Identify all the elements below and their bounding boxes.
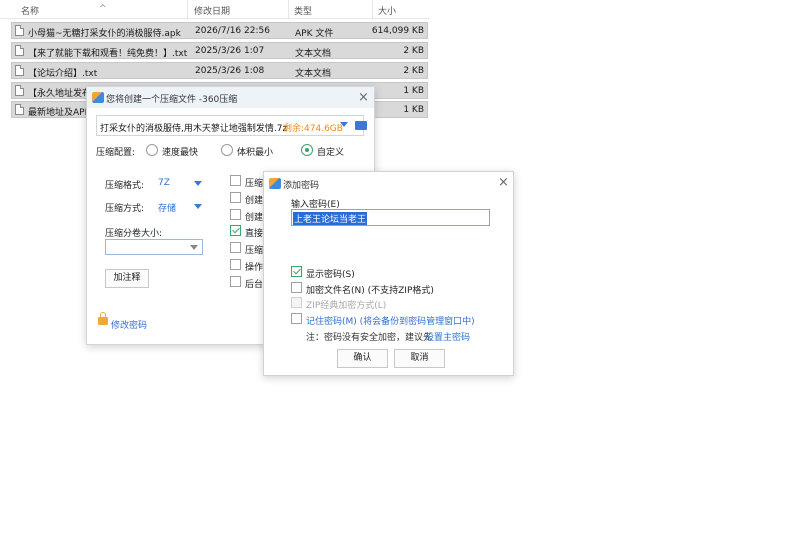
split-size-combo[interactable] (105, 239, 203, 255)
option-label[interactable]: 后台 (245, 277, 263, 290)
folder-icon[interactable] (355, 121, 367, 130)
remember-password-label[interactable]: 记住密码(M) (将会备份到密码管理窗口中) (306, 314, 475, 327)
chevron-down-icon[interactable] (190, 245, 198, 250)
file-row[interactable]: 【来了就能下载和观看！纯免费！】.txt 2025/3/26 1:07 文本文档… (11, 42, 428, 59)
change-password-link[interactable]: 修改密码 (111, 318, 147, 331)
file-size: 2 KB (403, 66, 424, 76)
column-type[interactable]: 类型 (294, 4, 312, 17)
app-360-icon (269, 178, 281, 189)
free-space: 剩余:474.6GB (283, 124, 343, 134)
file-name: 【论坛介绍】.txt (28, 69, 98, 79)
file-date: 2025/3/26 1:08 (195, 66, 265, 76)
file-row[interactable]: 小母猫~无糖打采女仆的消极服侍.apk 2026/7/16 22:56 APK … (11, 22, 428, 39)
format-select[interactable]: 7Z (158, 178, 170, 188)
confirm-button[interactable]: 确认 (337, 349, 388, 368)
file-size: 2 KB (403, 46, 424, 56)
add-password-title: 添加密码 (283, 181, 320, 191)
file-name: 最新地址及APP (28, 108, 91, 118)
show-password-label[interactable]: 显示密码(S) (306, 267, 355, 280)
app-360-icon (92, 92, 104, 103)
option-checkbox[interactable] (230, 242, 241, 253)
sort-up-icon: ^ (99, 4, 107, 14)
split-label: 压缩分卷大小: (105, 229, 163, 239)
option-label[interactable]: 直接 (245, 226, 263, 239)
set-master-password-link[interactable]: 设置主密码 (425, 330, 470, 343)
radio-custom[interactable] (301, 144, 313, 156)
close-icon[interactable]: × (498, 176, 509, 189)
file-icon (15, 104, 24, 115)
file-list-header: 名称 ^ 修改日期 类型 大小 (0, 0, 430, 19)
add-comment-button[interactable]: 加注释 (105, 269, 149, 288)
file-name: 【来了就能下载和观看！纯免费！】.txt (28, 49, 188, 59)
password-input[interactable]: 上老王论坛当老王 (291, 209, 490, 226)
chevron-down-icon[interactable] (194, 204, 202, 209)
file-size: 1 KB (403, 105, 424, 115)
column-date[interactable]: 修改日期 (194, 4, 230, 17)
file-date: 2025/3/26 1:07 (195, 46, 265, 56)
radio-smallest[interactable] (221, 144, 233, 156)
password-value: 上老王论坛当老王 (293, 212, 368, 225)
option-label[interactable]: 压缩 (245, 243, 263, 256)
option-checkbox[interactable] (230, 192, 241, 203)
radio-fastest-label[interactable]: 速度最快 (162, 145, 198, 158)
config-label: 压缩配置: (96, 148, 136, 158)
file-row[interactable]: 【论坛介绍】.txt 2025/3/26 1:08 文本文档 2 KB (11, 62, 428, 79)
radio-smallest-label[interactable]: 体积最小 (237, 145, 273, 158)
method-label: 压缩方式: (105, 204, 145, 214)
file-type: 文本文档 (295, 49, 332, 59)
radio-custom-label[interactable]: 自定义 (317, 145, 344, 158)
option-label[interactable]: 操作 (245, 260, 263, 273)
encrypt-filenames-label[interactable]: 加密文件名(N) (不支持ZIP格式) (306, 283, 434, 296)
option-checkbox-checked[interactable] (230, 225, 241, 236)
file-icon (15, 85, 24, 96)
method-select[interactable]: 存储 (158, 201, 176, 214)
column-size[interactable]: 大小 (378, 4, 396, 17)
file-type: APK 文件 (295, 29, 334, 39)
file-name: 小母猫~无糖打采女仆的消极服侍.apk (28, 29, 181, 39)
lock-icon (98, 312, 108, 325)
zip-classic-label: ZIP经典加密方式(L) (306, 301, 387, 311)
chevron-down-icon[interactable] (194, 181, 202, 186)
file-type: 文本文档 (295, 69, 332, 79)
note-text: 注：密码没有安全加密，建议先 (306, 333, 433, 343)
option-checkbox[interactable] (230, 259, 241, 270)
zip-classic-checkbox (291, 297, 302, 308)
cancel-button[interactable]: 取消 (394, 349, 445, 368)
option-checkbox[interactable] (230, 276, 241, 287)
output-path-field[interactable]: 打采女仆的消极服侍,用木天蓼让地强制发情.7z 剩余:474.6GB (96, 115, 367, 136)
output-path: 打采女仆的消极服侍,用木天蓼让地强制发情.7z (100, 124, 288, 134)
chevron-down-icon[interactable] (340, 122, 348, 127)
compress-dialog-titlebar[interactable]: 您将创建一个压缩文件 -360压缩 × (87, 87, 374, 108)
file-icon (15, 45, 24, 56)
file-size: 1 KB (403, 86, 424, 96)
option-label[interactable]: 创建 (245, 210, 263, 223)
remember-password-checkbox[interactable] (291, 313, 302, 324)
compress-dialog-title: 您将创建一个压缩文件 -360压缩 (106, 95, 238, 105)
file-icon (15, 65, 24, 76)
option-checkbox[interactable] (230, 175, 241, 186)
option-checkbox[interactable] (230, 209, 241, 220)
radio-fastest[interactable] (146, 144, 158, 156)
encrypt-filenames-checkbox[interactable] (291, 282, 302, 293)
show-password-checkbox[interactable] (291, 266, 302, 277)
file-size: 614,099 KB (371, 26, 424, 36)
option-label[interactable]: 压缩 (245, 176, 263, 189)
close-icon[interactable]: × (358, 91, 369, 104)
column-name[interactable]: 名称 (21, 4, 39, 17)
add-password-dialog: 添加密码 × 输入密码(E) 上老王论坛当老王 显示密码(S) 加密文件名(N)… (263, 171, 514, 376)
option-label[interactable]: 创建 (245, 193, 263, 206)
file-icon (15, 25, 24, 36)
file-date: 2026/7/16 22:56 (195, 26, 270, 36)
format-label: 压缩格式: (105, 181, 145, 191)
